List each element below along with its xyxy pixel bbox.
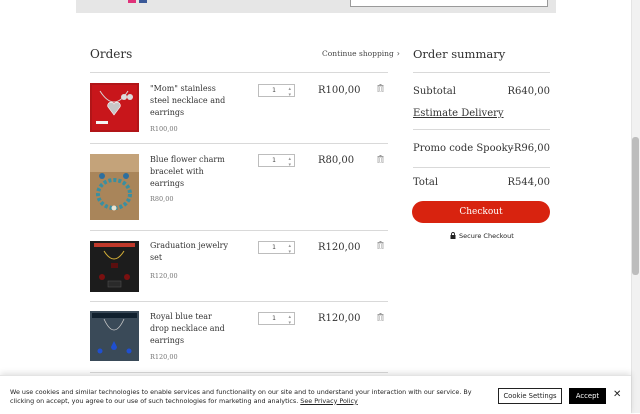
search-input[interactable] bbox=[350, 0, 548, 7]
item-name[interactable]: Blue flower charm bracelet with earrings bbox=[150, 154, 230, 190]
trash-icon[interactable] bbox=[377, 155, 384, 163]
stepper-arrows-icon[interactable]: ▴ ▾ bbox=[288, 156, 291, 168]
product-image[interactable] bbox=[90, 154, 139, 220]
quantity-value: 1 bbox=[272, 315, 276, 322]
accept-button[interactable]: Accept bbox=[569, 388, 606, 404]
continue-shopping-label: Continue shopping bbox=[322, 49, 394, 58]
trash-icon[interactable] bbox=[377, 84, 384, 92]
subtotal-value: R640,00 bbox=[507, 86, 550, 97]
lock-icon bbox=[450, 232, 456, 239]
divider bbox=[90, 72, 388, 73]
close-icon[interactable]: ✕ bbox=[613, 389, 621, 401]
item-line-total: R80,00 bbox=[318, 155, 355, 166]
divider bbox=[90, 372, 388, 373]
promo-value: -R96,00 bbox=[510, 143, 550, 154]
estimate-delivery-link[interactable]: Estimate Delivery bbox=[413, 108, 504, 119]
item-line-total: R100,00 bbox=[318, 85, 361, 96]
quantity-stepper[interactable]: 1 ▴ ▾ bbox=[258, 154, 295, 168]
product-image[interactable] bbox=[90, 241, 139, 292]
item-line-total: R120,00 bbox=[318, 313, 361, 324]
facebook-icon[interactable] bbox=[139, 0, 147, 3]
cart-item: Royal blue tear drop necklace and earrin… bbox=[90, 311, 388, 366]
cart-item: Blue flower charm bracelet with earrings… bbox=[90, 152, 388, 222]
divider bbox=[90, 301, 388, 302]
item-unit-price: R80,00 bbox=[150, 195, 174, 203]
quantity-value: 1 bbox=[272, 244, 276, 251]
quantity-stepper[interactable]: 1 ▴ ▾ bbox=[258, 241, 295, 255]
subtotal-row: Subtotal R640,00 bbox=[413, 86, 550, 97]
cart-item: Graduation jewelry set R120,00 1 ▴ ▾ R120,… bbox=[90, 240, 388, 295]
continue-shopping-link[interactable]: Continue shopping › bbox=[322, 49, 400, 58]
trash-icon[interactable] bbox=[377, 313, 384, 321]
item-name[interactable]: Graduation jewelry set bbox=[150, 240, 230, 264]
item-unit-price: R120,00 bbox=[150, 353, 178, 361]
cookie-settings-button[interactable]: Cookie Settings bbox=[498, 388, 562, 404]
total-row: Total R544,00 bbox=[413, 177, 550, 188]
cart-item: "Mom" stainless steel necklace and earri… bbox=[90, 82, 388, 142]
stepper-arrows-icon[interactable]: ▴ ▾ bbox=[288, 86, 291, 98]
subtotal-label: Subtotal bbox=[413, 86, 456, 97]
chevron-right-icon: › bbox=[396, 49, 400, 58]
orders-title: Orders bbox=[90, 47, 133, 61]
divider bbox=[413, 167, 550, 168]
cookie-message: We use cookies and similar technologies … bbox=[10, 388, 472, 405]
divider bbox=[90, 143, 388, 144]
product-image[interactable] bbox=[90, 311, 139, 361]
divider bbox=[413, 72, 550, 73]
order-summary-title: Order summary bbox=[413, 47, 506, 61]
cookie-banner: We use cookies and similar technologies … bbox=[0, 375, 631, 414]
secure-checkout: Secure Checkout bbox=[450, 232, 514, 240]
quantity-stepper[interactable]: 1 ▴ ▾ bbox=[258, 312, 295, 326]
quantity-value: 1 bbox=[272, 87, 276, 94]
instagram-icon[interactable] bbox=[128, 0, 136, 3]
item-unit-price: R120,00 bbox=[150, 272, 178, 280]
product-image[interactable] bbox=[90, 83, 139, 132]
total-label: Total bbox=[413, 177, 439, 188]
item-name[interactable]: "Mom" stainless steel necklace and earri… bbox=[150, 83, 230, 119]
promo-row: Promo code Spooky -R96,00 bbox=[413, 143, 550, 154]
divider bbox=[90, 230, 388, 231]
item-name[interactable]: Royal blue tear drop necklace and earrin… bbox=[150, 311, 230, 347]
cookie-text: We use cookies and similar technologies … bbox=[10, 388, 494, 405]
quantity-value: 1 bbox=[272, 157, 276, 164]
trash-icon[interactable] bbox=[377, 241, 384, 249]
scrollbar-thumb[interactable] bbox=[632, 137, 639, 275]
item-unit-price: R100,00 bbox=[150, 125, 178, 133]
stepper-arrows-icon[interactable]: ▴ ▾ bbox=[288, 243, 291, 255]
checkout-button[interactable]: Checkout bbox=[412, 201, 550, 223]
stepper-arrows-icon[interactable]: ▴ ▾ bbox=[288, 314, 291, 326]
total-value: R544,00 bbox=[507, 177, 550, 188]
item-line-total: R120,00 bbox=[318, 242, 361, 253]
secure-checkout-label: Secure Checkout bbox=[459, 232, 514, 240]
quantity-stepper[interactable]: 1 ▴ ▾ bbox=[258, 84, 295, 98]
promo-label[interactable]: Promo code Spooky bbox=[413, 143, 513, 154]
privacy-policy-link[interactable]: See Privacy Policy bbox=[300, 397, 358, 405]
divider bbox=[413, 129, 550, 130]
site-header bbox=[76, 0, 556, 13]
